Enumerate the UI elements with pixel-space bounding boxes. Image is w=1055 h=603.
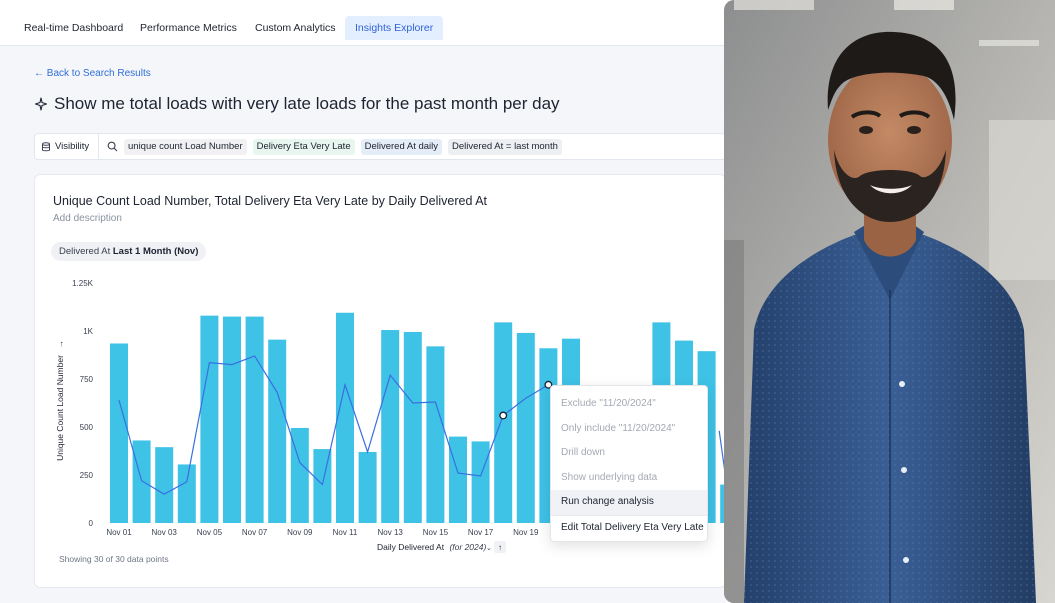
chart-bar[interactable] <box>494 322 513 523</box>
sort-button[interactable]: ↑ <box>494 541 506 553</box>
y-axis-title: Unique Count Load Number <box>55 355 65 461</box>
x-axis-subtitle: (for 2024) <box>449 542 486 552</box>
tab-performance-metrics[interactable]: Performance Metrics <box>130 16 247 40</box>
x-tick-label: Nov 15 <box>423 528 449 537</box>
back-link-label: Back to Search Results <box>46 68 151 79</box>
chart-bar[interactable] <box>245 316 264 523</box>
sparkle-icon <box>34 97 48 111</box>
y-tick-label: 1K <box>83 327 93 336</box>
visibility-button[interactable]: Visibility <box>35 134 99 159</box>
back-link[interactable]: ← Back to Search Results <box>34 68 151 79</box>
chart-bar[interactable] <box>381 330 400 523</box>
person-illustration <box>724 0 1055 603</box>
y-tick-label: 0 <box>89 519 94 528</box>
menu-item-exclude[interactable]: Exclude "11/20/2024" <box>551 392 707 417</box>
x-axis-title: Daily Delivered At <box>377 542 445 552</box>
search-input[interactable]: unique count Load Number Delivery Eta Ve… <box>101 134 725 159</box>
svg-text:Daily Delivered At (: Daily Delivered At (for 2024) <box>377 542 486 552</box>
menu-item-drill-down[interactable]: Drill down <box>551 441 707 466</box>
chart-bar[interactable] <box>449 436 467 523</box>
chart-bar[interactable] <box>223 316 241 523</box>
x-tick-label: Nov 03 <box>152 528 178 537</box>
x-tick-label: Nov 07 <box>242 528 268 537</box>
search-bar: Visibility unique count Load Number Deli… <box>34 133 726 160</box>
arrow-left-icon: ← <box>34 68 44 79</box>
chart-bar[interactable] <box>132 440 151 523</box>
tab-insights-explorer[interactable]: Insights Explorer <box>345 16 444 40</box>
search-token-filter[interactable]: Delivered At = last month <box>448 138 562 155</box>
chart-bar[interactable] <box>336 312 354 523</box>
chart-point-highlight[interactable] <box>499 411 508 420</box>
search-token-measure[interactable]: unique count Load Number <box>124 138 247 155</box>
x-tick-label: Nov 17 <box>468 528 494 537</box>
arrow-up-icon: ↑ <box>498 543 502 552</box>
x-tick-label: Nov 01 <box>106 528 132 537</box>
x-axis-title-group[interactable]: Daily Delivered At (for 2024) ⌄ <box>377 542 492 552</box>
search-icon <box>107 141 118 152</box>
query-title: Show me total loads with very late loads… <box>34 94 560 114</box>
chart-bar[interactable] <box>426 346 445 523</box>
chart-bar[interactable] <box>403 331 422 523</box>
visibility-label: Visibility <box>55 141 90 152</box>
chart-bar[interactable] <box>313 449 332 523</box>
tab-custom-analytics[interactable]: Custom Analytics <box>245 16 346 40</box>
chart-bar[interactable] <box>110 343 128 523</box>
menu-item-only-include[interactable]: Only include "11/20/2024" <box>551 417 707 442</box>
chevron-down-icon: ⌄ <box>486 545 492 552</box>
x-tick-label: Nov 05 <box>197 528 223 537</box>
x-tick-label: Nov 19 <box>513 528 539 537</box>
chart-bar[interactable] <box>177 464 196 523</box>
database-icon <box>42 141 50 151</box>
person-photo <box>724 0 1055 603</box>
data-points-footnote: Showing 30 of 30 data points <box>59 554 169 564</box>
search-token-attribute[interactable]: Delivered At daily <box>360 138 443 155</box>
menu-item-show-underlying-data[interactable]: Show underlying data <box>551 466 707 491</box>
x-tick-label: Nov 11 <box>333 528 358 537</box>
chart-bar[interactable] <box>358 451 377 523</box>
chart-bar[interactable] <box>516 332 535 523</box>
chart-bar[interactable] <box>155 447 174 523</box>
y-tick-label: 250 <box>80 471 94 480</box>
tab-realtime-dashboard[interactable]: Real-time Dashboard <box>14 16 133 40</box>
x-tick-label: Nov 09 <box>287 528 313 537</box>
chart-bar[interactable] <box>200 315 219 523</box>
chart-bar[interactable] <box>471 441 490 523</box>
y-tick-label: 750 <box>80 375 94 384</box>
menu-item-edit-measure[interactable]: Edit Total Delivery Eta Very Late <box>551 516 707 541</box>
y-tick-label: 500 <box>80 423 94 432</box>
menu-item-run-change-analysis[interactable]: Run change analysis <box>551 490 707 515</box>
x-tick-label: Nov 13 <box>378 528 404 537</box>
chart-bar[interactable] <box>268 339 287 523</box>
top-tab-bar: Real-time Dashboard Performance Metrics … <box>0 0 726 46</box>
y-axis-sort-icon[interactable]: → <box>56 340 65 348</box>
analytics-app: Real-time Dashboard Performance Metrics … <box>0 0 726 603</box>
search-token-measure-2[interactable]: Delivery Eta Very Late <box>252 138 355 155</box>
query-text: Show me total loads with very late loads… <box>54 94 560 113</box>
context-menu: Exclude "11/20/2024" Only include "11/20… <box>550 385 708 542</box>
y-tick-label: 1.25K <box>72 279 94 288</box>
